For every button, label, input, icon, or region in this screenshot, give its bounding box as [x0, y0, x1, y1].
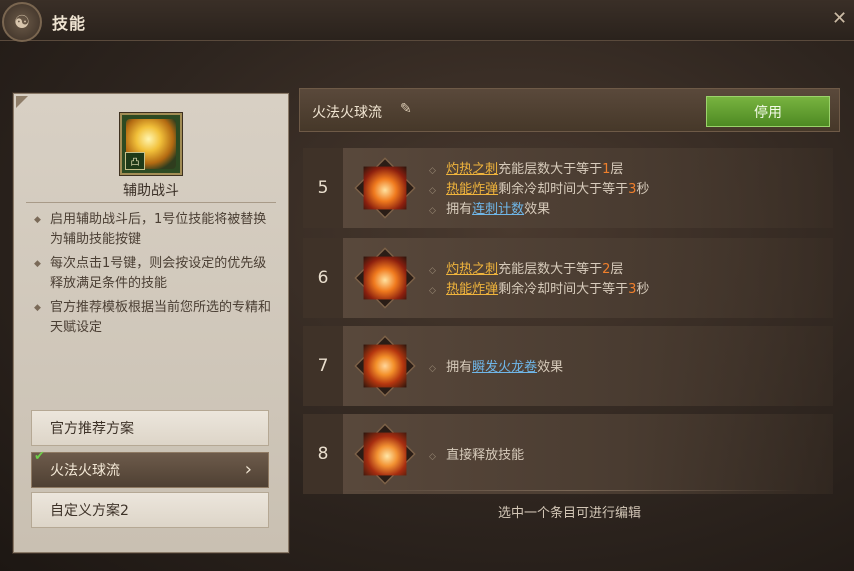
- title-bar: ☯ 技能 ✕: [0, 0, 854, 42]
- plan-header: 火法火球流 ✎ 停用: [299, 88, 840, 132]
- row-number: 6: [303, 238, 343, 318]
- condition-text: 拥有: [446, 360, 473, 375]
- plan-label: 自定义方案2: [50, 503, 129, 519]
- condition-unit: 秒: [636, 282, 650, 297]
- condition-unit: 层: [610, 262, 624, 277]
- condition-line: 灼热之刺充能层数大于等于2层: [429, 258, 623, 277]
- fireball-skill-icon: [354, 423, 416, 485]
- condition-text: 效果: [524, 202, 551, 217]
- edit-pencil-icon[interactable]: ✎: [400, 101, 412, 117]
- priority-row-6[interactable]: 6 灼热之刺充能层数大于等于2层 热能炸弹剩余冷却时间大于等于3秒: [303, 238, 833, 318]
- effect-link[interactable]: 连刺计数: [472, 202, 524, 217]
- condition-line: 灼热之刺充能层数大于等于1层: [429, 158, 623, 177]
- priority-row-8[interactable]: 8 直接释放技能: [303, 414, 833, 494]
- skill-link[interactable]: 热能炸弹: [446, 282, 498, 297]
- condition-line: 直接释放技能: [429, 444, 524, 463]
- description-item: 每次点击1号键，则会按设定的优先级释放满足条件的技能: [34, 254, 274, 294]
- game-logo-icon: ☯: [2, 2, 42, 42]
- row-number: 7: [303, 326, 343, 406]
- active-check-icon: ✔: [34, 449, 45, 464]
- effect-link[interactable]: 瞬发火龙卷: [472, 360, 537, 375]
- description-item: 官方推荐模板根据当前您所选的专精和天赋设定: [34, 298, 274, 338]
- disable-button[interactable]: 停用: [706, 96, 830, 127]
- plan-label: 火法火球流: [50, 463, 120, 479]
- skill-description: 启用辅助战斗后，1号位技能将被替换为辅助技能按键 每次点击1号键，则会按设定的优…: [34, 210, 274, 342]
- plan-custom-2[interactable]: 自定义方案2: [31, 492, 269, 528]
- condition-text: 充能层数大于等于: [498, 162, 603, 177]
- condition-text: 剩余冷却时间大于等于: [498, 282, 629, 297]
- skill-name: 辅助战斗: [123, 183, 179, 199]
- condition-line: 拥有连刺计数效果: [429, 198, 550, 217]
- plan-fire-fireball[interactable]: ✔ 火法火球流 ›: [31, 449, 269, 488]
- condition-text: 拥有: [446, 202, 473, 217]
- condition-line: 热能炸弹剩余冷却时间大于等于3秒: [429, 178, 649, 197]
- left-panel: 凸 辅助战斗 启用辅助战斗后，1号位技能将被替换为辅助技能按键 每次点击1号键，…: [13, 93, 289, 553]
- window-title: 技能: [52, 14, 87, 33]
- divider: [26, 202, 276, 203]
- plan-official-recommended[interactable]: 官方推荐方案: [31, 410, 269, 446]
- divider: [339, 490, 799, 491]
- plan-title: 火法火球流: [312, 105, 382, 121]
- row-number: 8: [303, 414, 343, 494]
- condition-line: 拥有瞬发火龙卷效果: [429, 356, 563, 375]
- searing-thorn-skill-icon: [354, 247, 416, 309]
- panel-corner-ornament: [16, 96, 28, 108]
- skill-tag-badge: 凸: [125, 152, 145, 170]
- plan-label: 官方推荐方案: [50, 421, 134, 437]
- condition-unit: 层: [610, 162, 624, 177]
- edit-hint: 选中一个条目可进行编辑: [497, 506, 641, 521]
- priority-row-7[interactable]: 7 拥有瞬发火龙卷效果: [303, 326, 833, 406]
- priority-row-5[interactable]: 5 灼热之刺充能层数大于等于1层 热能炸弹剩余冷却时间大于等于3秒 拥有连刺计数…: [303, 148, 833, 228]
- condition-line: 热能炸弹剩余冷却时间大于等于3秒: [429, 278, 649, 297]
- row-number: 5: [303, 148, 343, 228]
- right-panel: 火法火球流 ✎ 停用 5 灼热之刺充能层数大于等于1层 热能炸弹剩余冷却时间大于…: [299, 88, 840, 551]
- condition-text: 剩余冷却时间大于等于: [498, 182, 629, 197]
- assist-battle-skill-icon[interactable]: 凸: [120, 113, 182, 175]
- condition-text: 充能层数大于等于: [498, 262, 603, 277]
- condition-unit: 秒: [636, 182, 650, 197]
- skill-link[interactable]: 灼热之刺: [446, 162, 498, 177]
- fire-tornado-skill-icon: [354, 335, 416, 397]
- chevron-right-icon: ›: [244, 459, 252, 480]
- searing-thorn-skill-icon: [354, 157, 416, 219]
- description-item: 启用辅助战斗后，1号位技能将被替换为辅助技能按键: [34, 210, 274, 250]
- skill-link[interactable]: 热能炸弹: [446, 182, 498, 197]
- skill-link[interactable]: 灼热之刺: [446, 262, 498, 277]
- close-icon[interactable]: ✕: [832, 8, 847, 29]
- condition-text: 直接释放技能: [446, 448, 525, 463]
- condition-text: 效果: [537, 360, 564, 375]
